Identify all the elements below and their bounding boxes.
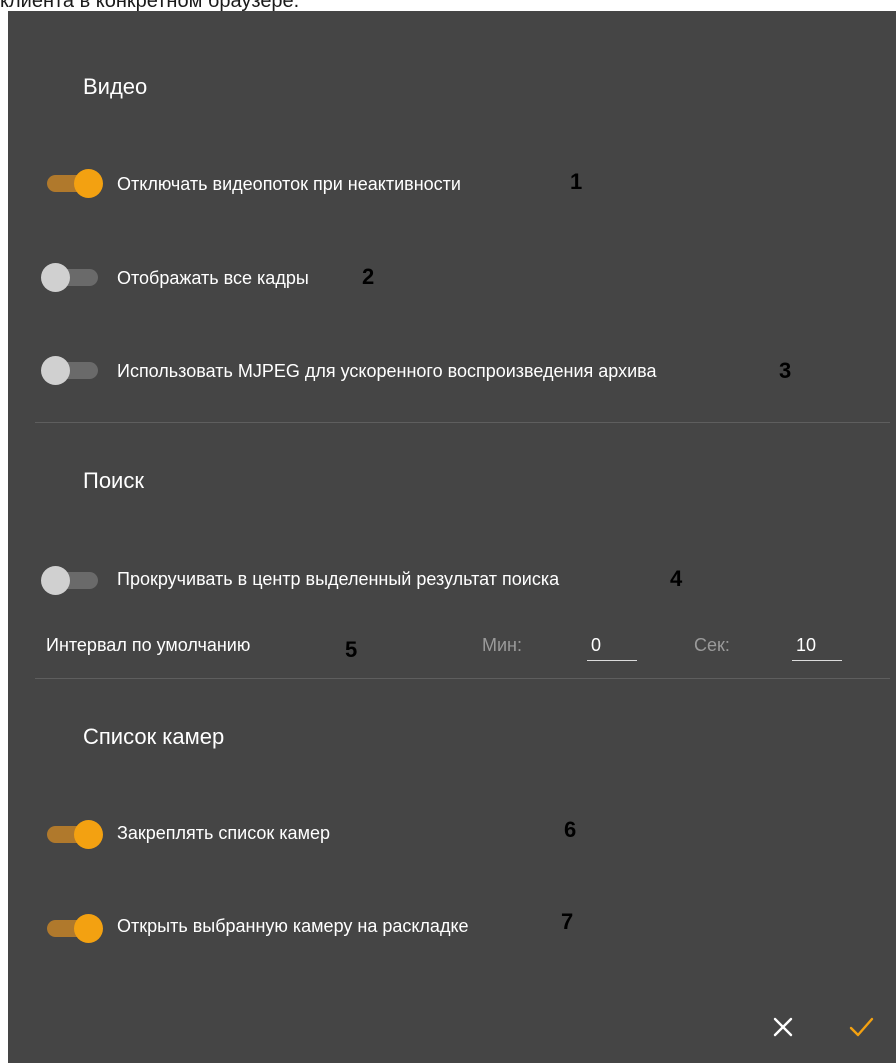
cancel-button[interactable]	[768, 1012, 798, 1042]
toggle-use-mjpeg[interactable]	[41, 353, 103, 387]
seconds-label: Сек:	[694, 635, 730, 655]
marker-1: 1	[570, 169, 583, 194]
section-divider	[35, 422, 890, 423]
label-show-all-frames: Отображать все кадры	[117, 268, 309, 288]
toggle-knob	[74, 169, 103, 198]
section-title-video: Видео	[83, 74, 148, 99]
minutes-input[interactable]: 0	[587, 631, 637, 661]
toggle-knob	[41, 566, 70, 595]
label-default-interval: Интервал по умолчанию	[46, 635, 251, 655]
marker-7: 7	[561, 909, 574, 934]
label-disable-stream: Отключать видеопоток при неактивности	[117, 174, 461, 194]
marker-2: 2	[362, 264, 375, 289]
label-scroll-to-center: Прокручивать в центр выделенный результа…	[117, 569, 560, 589]
check-icon	[849, 1017, 874, 1037]
page-caption: клиента в конкретном браузере.	[0, 0, 300, 12]
toggle-scroll-to-center[interactable]	[41, 563, 103, 597]
toggle-open-camera-layout[interactable]	[41, 911, 103, 945]
label-use-mjpeg: Использовать MJPEG для ускоренного воспр…	[117, 361, 657, 381]
minutes-label: Мин:	[482, 635, 522, 655]
toggle-pin-camera-list[interactable]	[41, 817, 103, 851]
section-title-search: Поиск	[83, 468, 144, 493]
label-pin-camera-list: Закреплять список камер	[117, 823, 330, 843]
marker-6: 6	[564, 817, 577, 842]
confirm-button[interactable]	[846, 1012, 876, 1042]
toggle-show-all-frames[interactable]	[41, 260, 103, 294]
seconds-input[interactable]: 10	[792, 631, 842, 661]
settings-panel: Видео Отключать видеопоток при неактивно…	[8, 11, 896, 1063]
toggle-knob	[41, 263, 70, 292]
toggle-knob	[74, 914, 103, 943]
toggle-knob	[74, 820, 103, 849]
toggle-disable-stream[interactable]	[41, 166, 103, 200]
section-title-cameras: Список камер	[83, 724, 225, 749]
label-open-camera-layout: Открыть выбранную камеру на раскладке	[117, 916, 469, 936]
marker-5: 5	[345, 637, 358, 662]
toggle-knob	[41, 356, 70, 385]
marker-4: 4	[670, 566, 683, 591]
close-icon	[773, 1017, 793, 1037]
marker-3: 3	[779, 358, 792, 383]
section-divider	[35, 678, 890, 679]
